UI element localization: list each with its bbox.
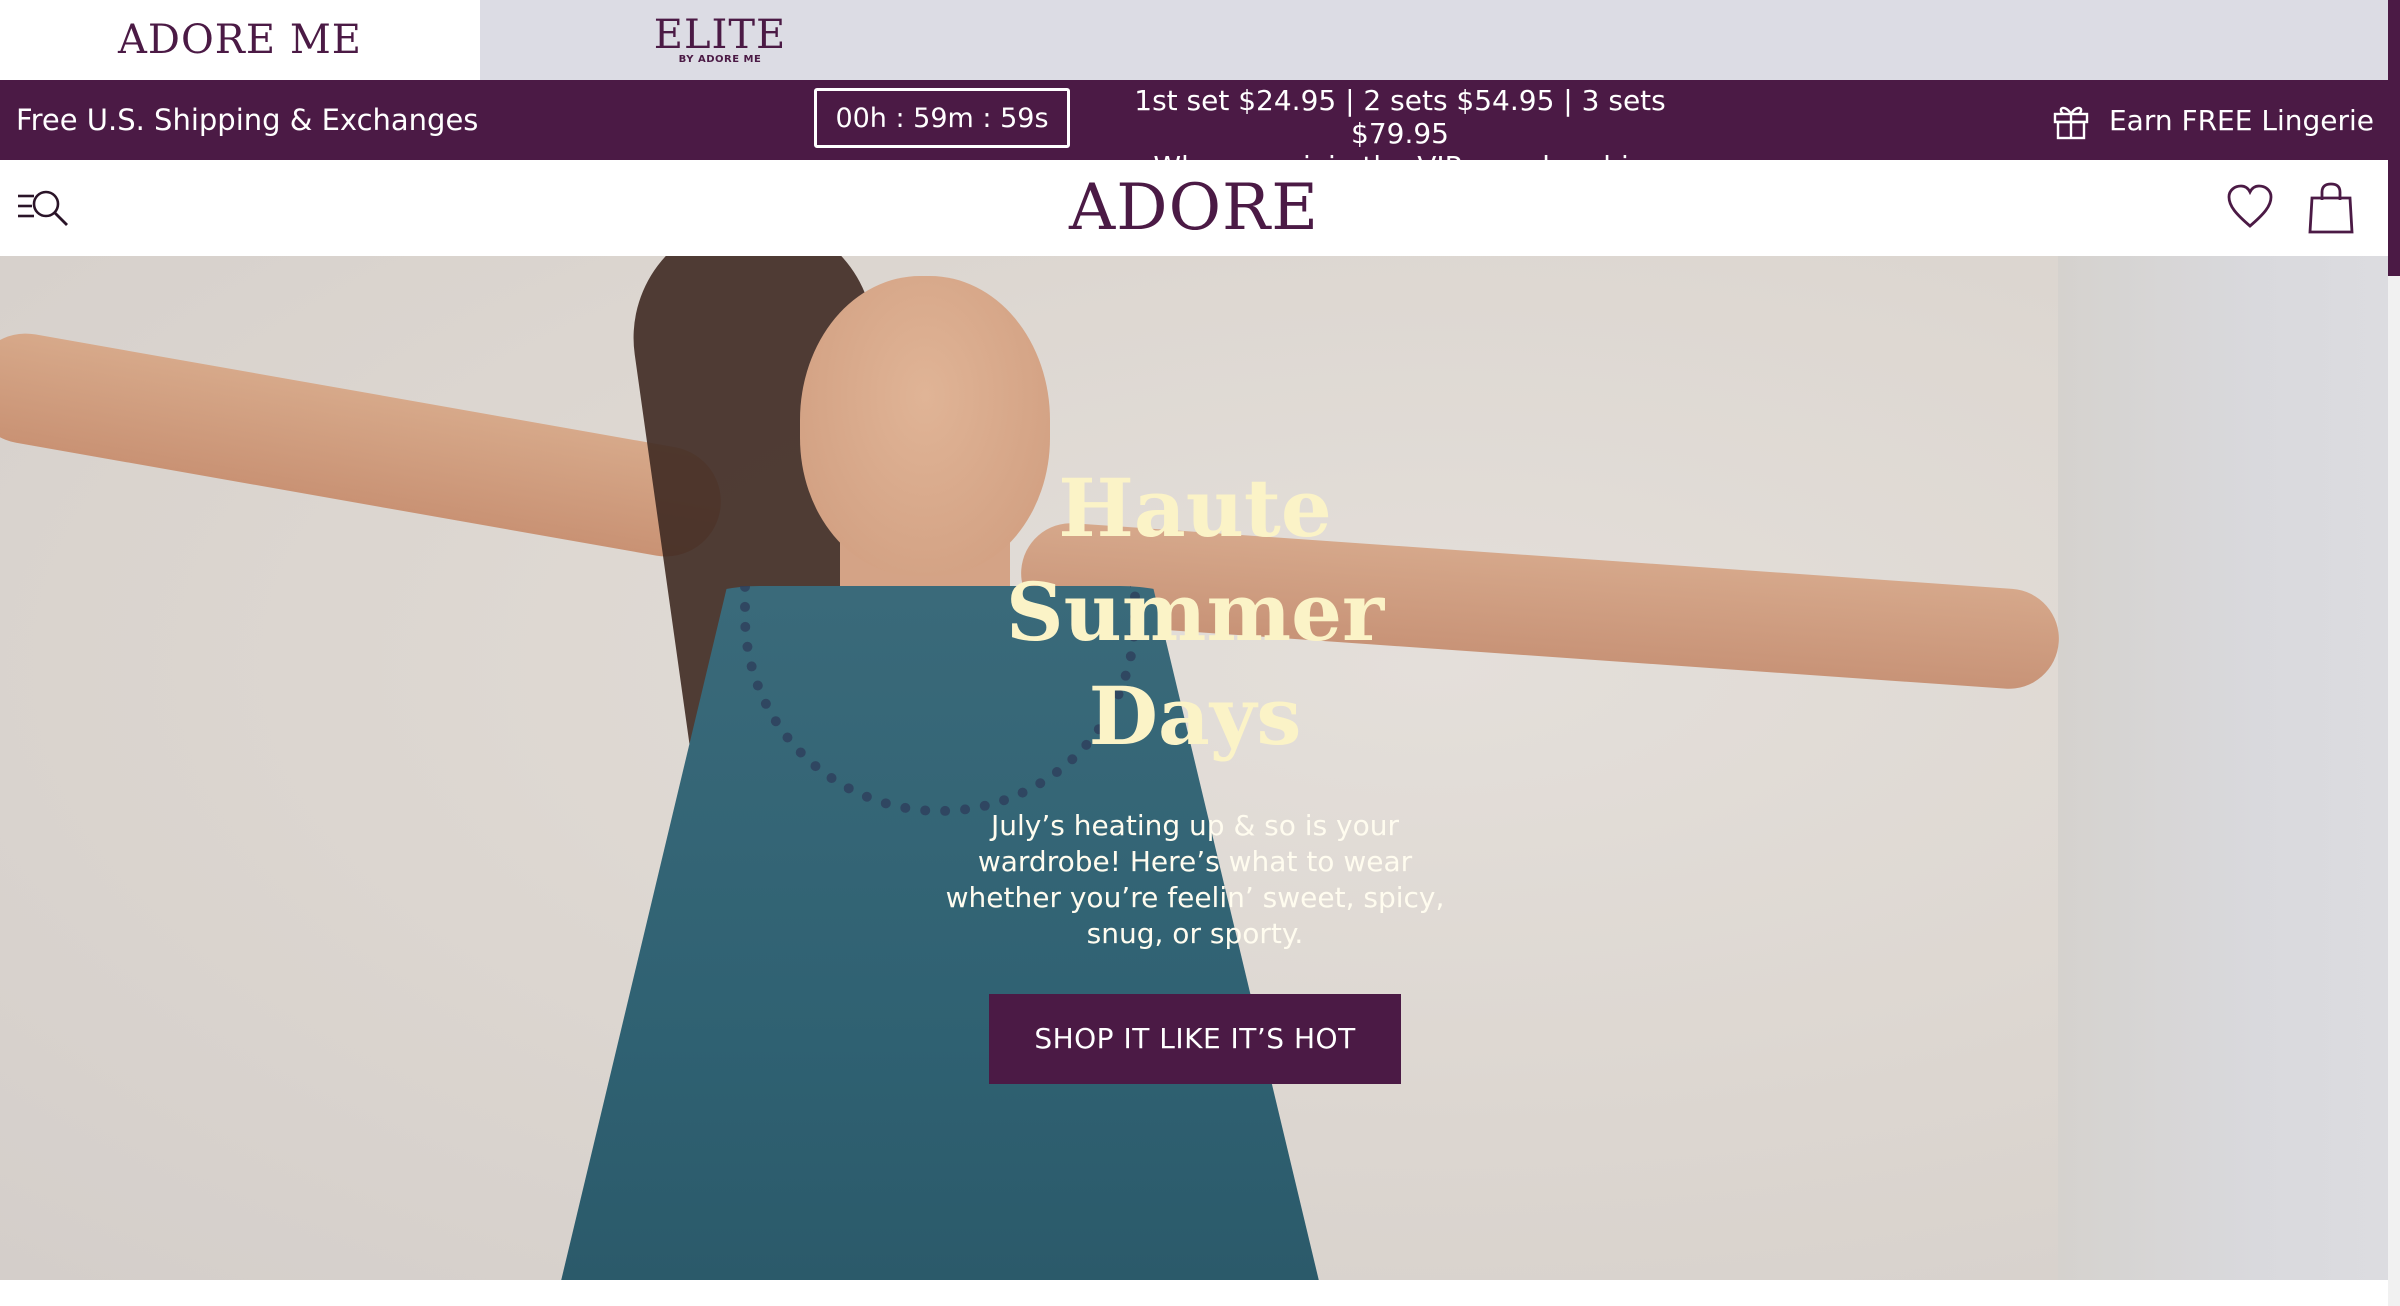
shop-now-button[interactable]: SHOP IT LIKE IT’S HOT: [989, 994, 1401, 1084]
hero-subtitle: July’s heating up & so is your wardrobe!…: [945, 809, 1445, 950]
bag-icon[interactable]: [2308, 182, 2354, 234]
main-header: ADORE ME: [0, 160, 2388, 321]
scrollbar-thumb[interactable]: [2388, 0, 2400, 276]
page-scrollbar[interactable]: [2388, 0, 2400, 1306]
heart-icon[interactable]: [2226, 184, 2274, 230]
elite-sub-label: BY ADORE ME: [678, 53, 762, 65]
brand-tab-elite[interactable]: ELITE BY ADORE ME: [480, 0, 960, 80]
hero-background-wall: [2058, 256, 2388, 1280]
brand-tab-adore-me[interactable]: ADORE ME: [0, 0, 480, 80]
gift-icon: [2053, 106, 2089, 140]
hero-title-line-3: Days: [1088, 669, 1302, 763]
adore-me-logo: ADORE ME: [118, 17, 362, 63]
hero-title-line-1: Haute: [1058, 461, 1332, 555]
countdown-timer: 00h : 59m : 59s: [814, 88, 1070, 148]
pricing-line: 1st set $24.95 | 2 sets $54.95 | 3 sets …: [1134, 84, 1666, 150]
hero-banner: Haute Summer Days July’s heating up & so…: [0, 256, 2388, 1280]
promo-bar: Free U.S. Shipping & Exchanges 00h : 59m…: [0, 80, 2388, 183]
hero-title-line-2: Summer: [1005, 565, 1385, 659]
hero-content: Haute Summer Days July’s heating up & so…: [900, 456, 1490, 1084]
earn-free-lingerie-link[interactable]: Earn FREE Lingerie: [2051, 80, 2374, 160]
brand-switcher: ADORE ME ELITE BY ADORE ME: [0, 0, 2388, 80]
earn-text: Earn FREE Lingerie: [2108, 103, 2374, 137]
hero-model-arm-left: [0, 324, 730, 566]
elite-logo: ELITE: [653, 11, 787, 58]
below-fold-strip: [0, 1280, 2388, 1306]
shipping-promo-link[interactable]: Free U.S. Shipping & Exchanges: [16, 80, 478, 160]
menu-search-icon[interactable]: [16, 186, 70, 230]
